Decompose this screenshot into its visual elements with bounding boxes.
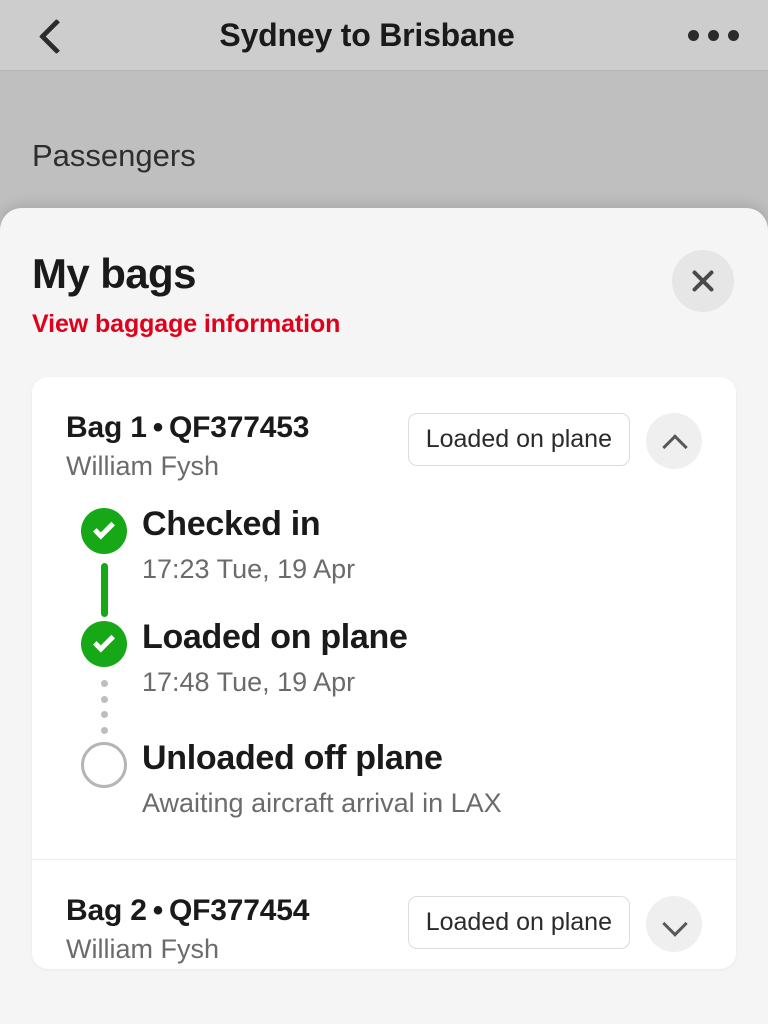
step-detail: Awaiting aircraft arrival in LAX: [142, 788, 502, 819]
bag-header-text: Bag 2 • QF377454 William Fysh: [66, 894, 408, 965]
bag-passenger-name: William Fysh: [66, 934, 219, 965]
timeline-step-body: Loaded on plane 17:48 Tue, 19 Apr: [142, 618, 702, 742]
passengers-section-label: Passengers: [32, 138, 196, 173]
bag-header[interactable]: Bag 2 • QF377454 William Fysh Loaded on pl…: [66, 860, 702, 965]
page-title: Sydney to Brisbane: [219, 16, 515, 53]
bag-title-row: Bag 2 • QF377454: [66, 894, 408, 928]
step-detail: 17:23 Tue, 19 Apr: [142, 554, 356, 585]
bag-expand-toggle[interactable]: [646, 896, 702, 953]
bag-header[interactable]: Bag 1 • QF377453 William Fysh Loaded on pl…: [66, 377, 702, 482]
sheet-header: My bags View baggage information: [0, 208, 768, 339]
bag-separator: •: [152, 411, 164, 445]
timeline-connector-dotted: [100, 680, 108, 742]
bag-tag-number: QF377453: [169, 411, 310, 445]
timeline-rail: [66, 508, 142, 621]
navigation-bar: Sydney to Brisbane: [0, 0, 768, 71]
sheet-title: My bags: [32, 250, 196, 297]
step-complete-icon: [81, 621, 127, 668]
ellipsis-icon: [727, 29, 739, 41]
ellipsis-icon: [687, 29, 699, 41]
timeline-step-body: Unloaded off plane Awaiting aircraft arr…: [142, 739, 702, 825]
bag-separator: •: [152, 894, 164, 928]
close-sheet-button[interactable]: [672, 250, 734, 312]
chevron-down-icon: [664, 914, 684, 934]
ellipsis-icon: [707, 29, 719, 41]
baggage-information-link[interactable]: View baggage information: [32, 310, 736, 339]
bag-status-badge[interactable]: Loaded on plane: [407, 413, 630, 467]
bag-status-badge[interactable]: Loaded on plane: [407, 896, 630, 950]
bags-card: Bag 1 • QF377453 William Fysh Loaded on pl…: [32, 377, 736, 970]
step-complete-icon: [81, 508, 127, 555]
bag-tag-number: QF377454: [169, 894, 310, 928]
bag-timeline: Checked in 17:23 Tue, 19 Apr Loaded on p…: [66, 482, 702, 859]
my-bags-sheet: My bags View baggage information Bag 1 • Q…: [0, 208, 768, 1024]
chevron-left-icon: [35, 22, 61, 48]
timeline-step: Unloaded off plane Awaiting aircraft arr…: [66, 739, 702, 825]
step-title: Loaded on plane: [142, 618, 408, 657]
more-options-button[interactable]: [658, 0, 768, 71]
bag-title-row: Bag 1 • QF377453: [66, 411, 408, 445]
timeline-rail: [66, 621, 142, 742]
timeline-step: Checked in 17:23 Tue, 19 Apr: [66, 505, 702, 621]
step-pending-icon: [81, 742, 127, 789]
close-icon: [689, 267, 717, 295]
bag-expand-toggle[interactable]: [646, 413, 702, 470]
timeline-step: Loaded on plane 17:48 Tue, 19 Apr: [66, 618, 702, 742]
bag-item: Bag 2 • QF377454 William Fysh Loaded on pl…: [32, 859, 736, 965]
step-title: Unloaded off plane: [142, 739, 443, 778]
timeline-rail: [66, 742, 142, 825]
step-detail: 17:48 Tue, 19 Apr: [142, 667, 356, 698]
chevron-up-icon: [664, 431, 684, 451]
bag-passenger-name: William Fysh: [66, 451, 219, 482]
step-title: Checked in: [142, 505, 321, 544]
bag-label: Bag 2: [66, 894, 147, 928]
bag-header-text: Bag 1 • QF377453 William Fysh: [66, 411, 408, 482]
bag-item: Bag 1 • QF377453 William Fysh Loaded on pl…: [32, 377, 736, 859]
app-screen: Sydney to Brisbane Passengers My bags Vi…: [0, 0, 768, 1024]
timeline-connector-solid: [100, 563, 108, 618]
bag-label: Bag 1: [66, 411, 147, 445]
timeline-step-body: Checked in 17:23 Tue, 19 Apr: [142, 505, 702, 621]
